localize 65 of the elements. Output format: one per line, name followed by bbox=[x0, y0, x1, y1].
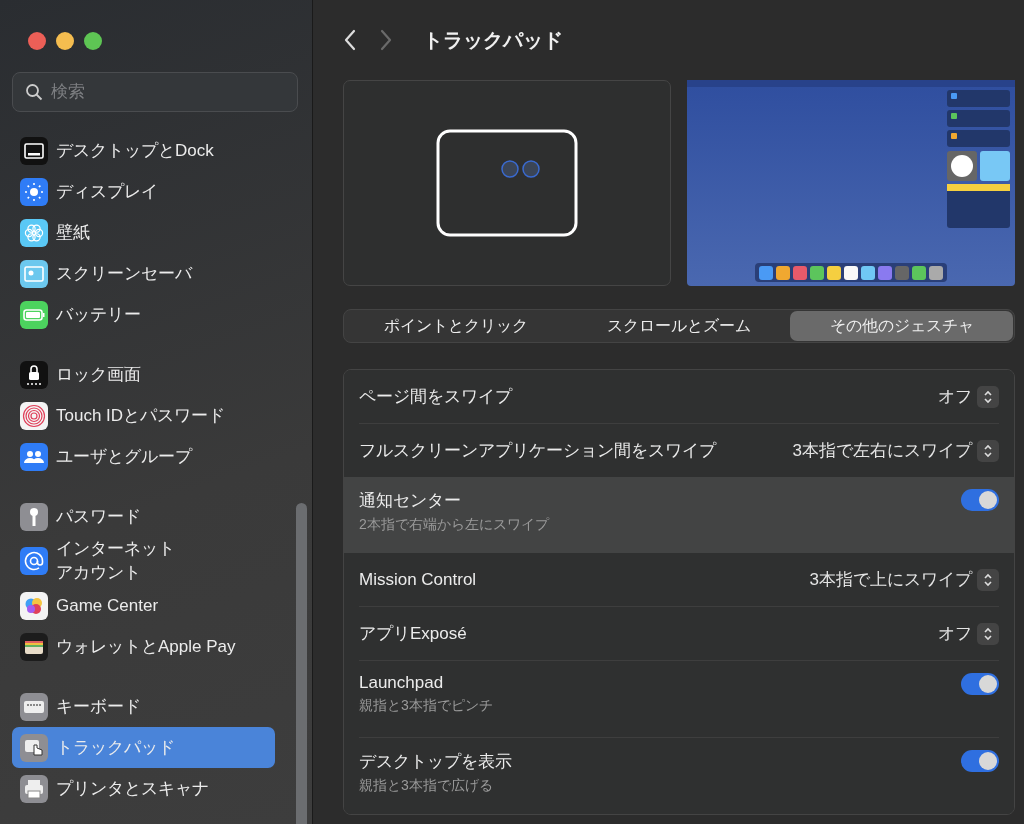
sidebar-item[interactable]: インターネットアカウント bbox=[12, 537, 275, 585]
sidebar-item[interactable]: デスクトップとDock bbox=[12, 130, 275, 171]
segment-tab[interactable]: その他のジェスチャ bbox=[790, 311, 1013, 341]
setting-title: ページ間をスワイプ bbox=[359, 386, 512, 408]
sidebar-item[interactable]: ロック画面 bbox=[12, 354, 275, 395]
sidebar-item-label: バッテリー bbox=[56, 303, 141, 326]
sidebar-item[interactable]: スクリーンセーバ bbox=[12, 253, 275, 294]
setting-title: 通知センター bbox=[359, 490, 462, 512]
updown-chevron-icon bbox=[983, 625, 993, 642]
sidebar-item[interactable]: ユーザとグループ bbox=[12, 436, 275, 477]
window-title: トラックパッド bbox=[423, 27, 563, 53]
sidebar-item[interactable]: 壁紙 bbox=[12, 212, 275, 253]
setting-subtitle: 親指と3本指でピンチ bbox=[359, 697, 493, 715]
popup-menu[interactable]: 3本指で上にスワイプ bbox=[809, 568, 999, 591]
setting-title: デスクトップを表示 bbox=[359, 751, 512, 773]
segment-tab[interactable]: ポイントとクリック bbox=[345, 311, 568, 341]
sidebar-item[interactable]: パスワード bbox=[12, 496, 275, 537]
updown-chevron-icon bbox=[983, 571, 993, 588]
sidebar-item-label: トラックパッド bbox=[56, 736, 175, 759]
sidebar-item-label: プリンタとスキャナ bbox=[56, 777, 209, 800]
sidebar-item-label: ディスプレイ bbox=[56, 180, 158, 203]
sidebar-item[interactable]: キーボード bbox=[12, 686, 275, 727]
search-field[interactable]: 検索 bbox=[12, 72, 298, 112]
sidebar-item-label: パスワード bbox=[56, 505, 141, 528]
sidebar-item-label: インターネットアカウント bbox=[56, 538, 176, 584]
sidebar-item-label: スクリーンセーバ bbox=[56, 262, 192, 285]
toggle-switch[interactable] bbox=[961, 750, 999, 772]
zoom-button[interactable] bbox=[84, 32, 102, 50]
popup-value: 3本指で左右にスワイプ bbox=[792, 440, 972, 462]
minimize-button[interactable] bbox=[56, 32, 74, 50]
sidebar-item-label: デスクトップとDock bbox=[56, 139, 214, 162]
segment-tab[interactable]: スクロールとズーム bbox=[567, 311, 791, 341]
popup-value: 3本指で上にスワイプ bbox=[809, 569, 972, 591]
setting-subtitle: 親指と3本指で広げる bbox=[359, 777, 494, 795]
sidebar-item-label: Touch IDとパスワード bbox=[56, 404, 226, 427]
toggle-switch[interactable] bbox=[961, 673, 999, 695]
updown-chevron-icon bbox=[983, 442, 993, 459]
setting-title: Mission Control bbox=[359, 569, 477, 590]
popup-menu[interactable]: オフ bbox=[938, 622, 999, 645]
popup-value: オフ bbox=[938, 623, 972, 645]
updown-chevron-icon bbox=[983, 388, 993, 405]
sidebar-item-label: ユーザとグループ bbox=[56, 445, 192, 468]
popup-value: オフ bbox=[938, 386, 972, 408]
close-button[interactable] bbox=[28, 32, 46, 50]
sidebar-item-label: Game Center bbox=[56, 594, 159, 617]
setting-title: Launchpad bbox=[359, 673, 445, 693]
popup-menu[interactable]: オフ bbox=[938, 385, 999, 408]
sidebar-item[interactable]: Game Center bbox=[12, 585, 275, 626]
sidebar-item[interactable]: バッテリー bbox=[12, 294, 275, 335]
sidebar-item-label: ウォレットとApple Pay bbox=[56, 635, 236, 658]
popup-menu[interactable]: 3本指で左右にスワイプ bbox=[792, 439, 999, 462]
sidebar-item[interactable]: プリンタとスキャナ bbox=[12, 768, 275, 809]
sidebar-item[interactable]: ウォレットとApple Pay bbox=[12, 626, 275, 667]
search-icon bbox=[25, 83, 43, 101]
sidebar-item-label: ロック画面 bbox=[56, 363, 141, 386]
setting-title: アプリExposé bbox=[359, 623, 467, 645]
sidebar-item-label: 壁紙 bbox=[56, 221, 90, 244]
sidebar-item[interactable]: ディスプレイ bbox=[12, 171, 275, 212]
sidebar-item[interactable]: Touch IDとパスワード bbox=[12, 395, 275, 436]
setting-subtitle: 2本指で右端から左にスワイプ bbox=[359, 516, 549, 534]
toggle-switch[interactable] bbox=[961, 489, 999, 511]
setting-title: フルスクリーンアプリケーション間をスワイプ bbox=[359, 440, 716, 462]
back-button[interactable] bbox=[343, 29, 357, 51]
scrollbar-thumb[interactable] bbox=[296, 503, 307, 824]
sidebar-item-label: キーボード bbox=[56, 695, 141, 718]
